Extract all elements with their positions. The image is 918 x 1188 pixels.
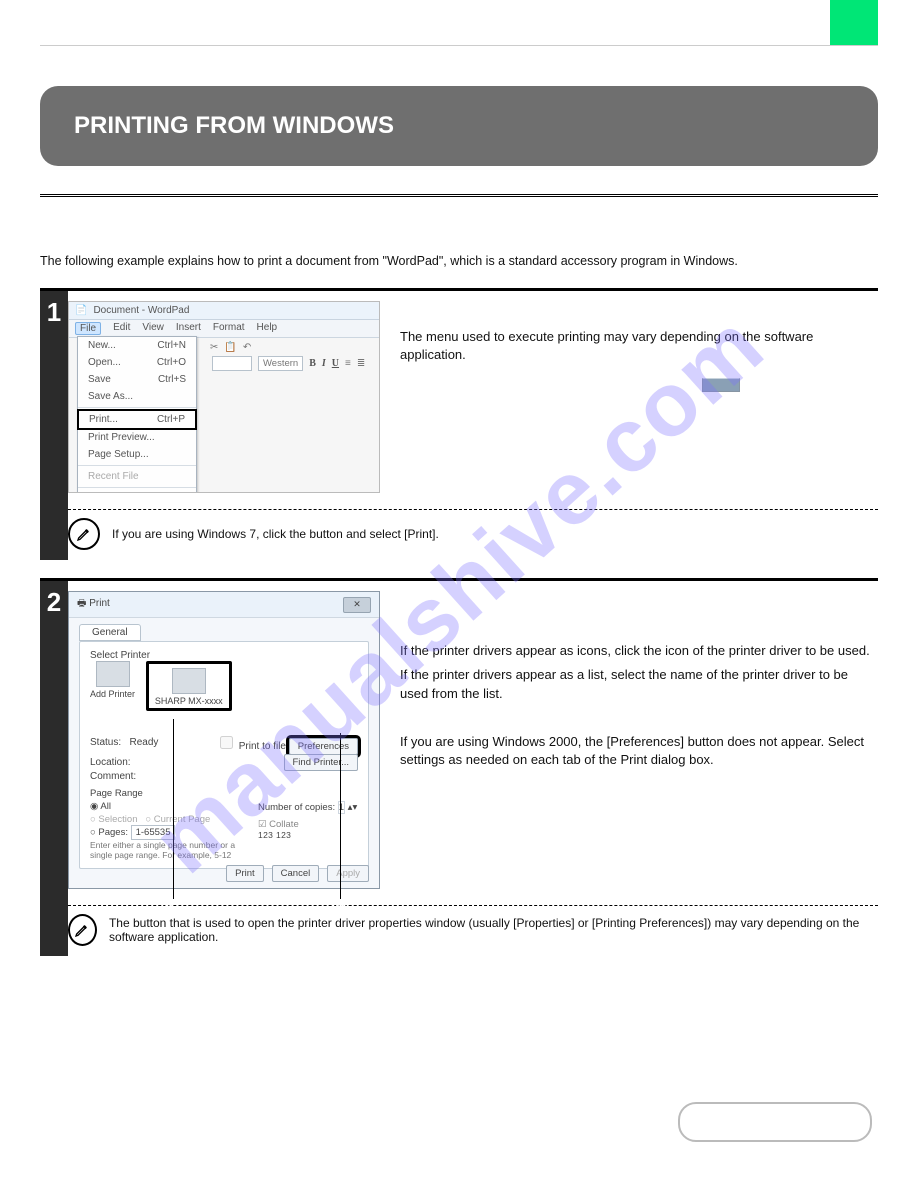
preferences-button[interactable]: Preferences: [289, 738, 358, 755]
cancel-button[interactable]: Cancel: [272, 865, 320, 882]
note-icon: [68, 518, 100, 550]
spinner-icon[interactable]: ▴▾: [348, 802, 358, 813]
printer-sharp[interactable]: SHARP MX-xxxx: [146, 661, 232, 711]
menu-item-open[interactable]: Open...Ctrl+O: [78, 354, 196, 371]
intro-paragraph: The following example explains how to pr…: [40, 253, 878, 271]
print-dialog: 🖶 Print ✕ General Select Printer Add Pri…: [68, 591, 380, 889]
toolbar-icon: ✂: [210, 342, 218, 353]
tab-general[interactable]: General: [79, 624, 141, 641]
bold-icon[interactable]: B: [309, 358, 316, 369]
section-divider: [40, 194, 878, 197]
toolbar-icon: ↶: [243, 342, 251, 353]
note-icon: [68, 914, 97, 946]
step-2-sub1-b2: If the printer drivers appear as a list,…: [400, 666, 872, 702]
chapter-name: PRINTER: [96, 15, 153, 30]
pages-input[interactable]: 1-65535: [131, 825, 176, 840]
wordpad-icon: 📄: [75, 305, 87, 316]
italic-icon[interactable]: I: [322, 358, 326, 369]
radio-all[interactable]: ◉ All: [90, 801, 240, 812]
step-1-note-text: If you are using Windows 7, click the bu…: [112, 527, 439, 541]
section-title: BASIC PRINTING PROCEDURE: [40, 209, 878, 240]
callout-lead-1: [173, 719, 174, 899]
printer-icon: 🖶: [77, 598, 86, 609]
viewer-badge: [702, 378, 740, 392]
menu-item-page-setup[interactable]: Page Setup...: [78, 446, 196, 463]
callout-label-1: (1): [164, 901, 180, 916]
close-icon[interactable]: ✕: [343, 597, 371, 613]
menu-item-print[interactable]: Print...Ctrl+P: [77, 409, 197, 430]
menu-item-save[interactable]: SaveCtrl+S: [78, 371, 196, 388]
step-2-number: 2: [47, 587, 61, 618]
content-area: Contents PRINTER PRINTING FROM WINDOWS B…: [0, 0, 918, 986]
underline-icon[interactable]: U: [332, 358, 339, 369]
step-2-sub1-b1: If the printer drivers appear as icons, …: [400, 642, 872, 660]
menu-edit[interactable]: Edit: [113, 322, 130, 335]
step-1-title: Select [Print] from the [File] menu of W…: [400, 301, 872, 322]
menu-view[interactable]: View: [142, 322, 164, 335]
callout-lead-2: [340, 733, 341, 899]
menu-insert[interactable]: Insert: [176, 322, 201, 335]
align-left-icon[interactable]: ≡: [345, 358, 351, 369]
step-1-body: The menu used to execute printing may va…: [400, 328, 872, 364]
contents-link-top[interactable]: Contents: [40, 16, 88, 30]
script-combo[interactable]: Western: [258, 356, 303, 371]
align-center-icon[interactable]: ≣: [357, 358, 365, 369]
page-number: 3-3: [0, 1159, 918, 1174]
contents-button[interactable]: Contents: [678, 1102, 872, 1142]
wordpad-title: Document - WordPad: [93, 305, 189, 316]
step-1-number: 1: [47, 297, 61, 328]
step-2-note: The button that is used to open the prin…: [68, 905, 878, 956]
step-2-sub2-b1: If you are using Windows 2000, the [Pref…: [400, 733, 872, 769]
step-2-title: Open the printer driver properties windo…: [400, 591, 872, 612]
wordpad-screenshot: 📄 Document - WordPad File Edit View Inse…: [68, 301, 380, 493]
find-printer-button[interactable]: Find Printer...: [284, 754, 359, 771]
step-2-sub2-title: (2) Click the [Preferences] button.: [400, 709, 872, 727]
step-2-note-text: The button that is used to open the prin…: [109, 916, 878, 944]
radio-pages[interactable]: ○ Pages: 1-65535: [90, 827, 240, 838]
menu-format[interactable]: Format: [213, 322, 245, 335]
menu-item-new[interactable]: New...Ctrl+N: [78, 337, 196, 354]
apply-button: Apply: [327, 865, 369, 882]
collate-graphic: 1 2 3 1 2 3: [258, 830, 290, 840]
page: manualshive.com Contents PRINTER PRINTIN…: [0, 0, 918, 1188]
menu-item-recent: Recent File: [78, 468, 196, 485]
file-menu-dropdown: New...Ctrl+N Open...Ctrl+O SaveCtrl+S Sa…: [77, 336, 197, 493]
step-2-sub1-title: (1) Select the printer driver of the mac…: [400, 618, 872, 636]
page-title: PRINTING FROM WINDOWS: [40, 86, 878, 166]
page-range-group: Page Range ◉ All ○ Selection ○ Current P…: [90, 788, 358, 860]
toolbar-icon: 📋: [224, 342, 236, 353]
step-2: 2 🖶 Print ✕ General Select Printer: [40, 578, 878, 956]
callout-label-2: (2): [331, 901, 347, 916]
menu-item-send[interactable]: Send...: [78, 490, 196, 493]
add-printer[interactable]: Add Printer: [90, 661, 135, 699]
menu-item-print-preview[interactable]: Print Preview...: [78, 429, 196, 446]
menu-item-save-as[interactable]: Save As...: [78, 388, 196, 405]
label-select-printer: Select Printer: [90, 650, 358, 661]
print-to-file[interactable]: Print to file: [216, 741, 286, 752]
copies-input[interactable]: 1: [338, 801, 345, 814]
step-1-note: If you are using Windows 7, click the bu…: [68, 509, 878, 560]
menu-file[interactable]: File: [75, 322, 101, 335]
radio-selection: ○ Selection ○ Current Page: [90, 814, 240, 825]
step-1: 1 📄 Document - WordPad File Edit View In…: [40, 288, 878, 560]
header-badge: [830, 0, 878, 45]
menu-help[interactable]: Help: [257, 322, 278, 335]
header-bar: Contents PRINTER: [40, 0, 878, 46]
print-button[interactable]: Print: [226, 865, 264, 882]
collate-check[interactable]: ☑ Collate: [258, 819, 357, 830]
